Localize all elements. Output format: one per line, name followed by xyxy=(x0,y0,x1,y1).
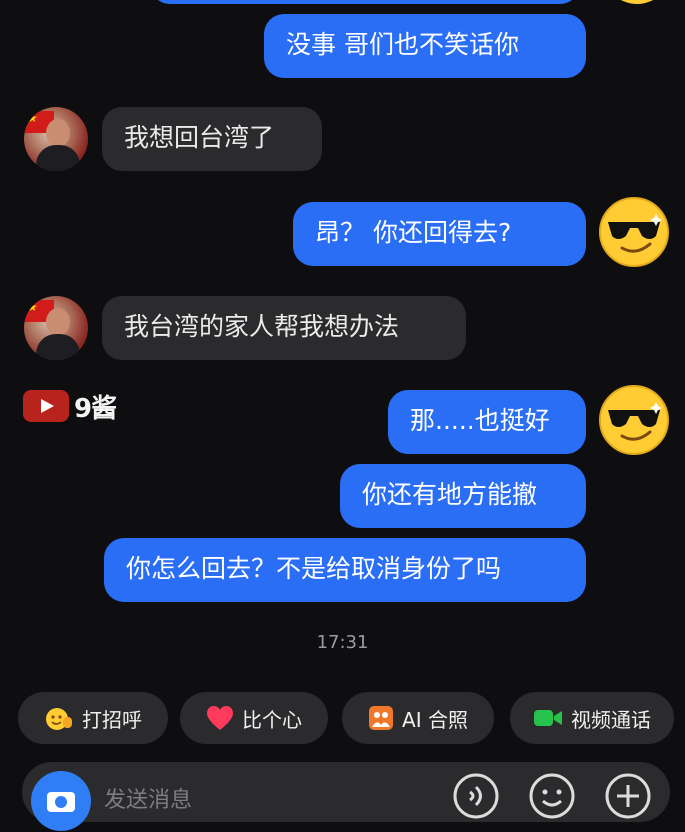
message-composer: 发送消息 xyxy=(22,762,670,831)
voice-icon[interactable] xyxy=(452,772,500,820)
contact-avatar[interactable] xyxy=(24,296,88,360)
message-bubble-outgoing[interactable]: 你怎么回去？不是给取消身份了吗 xyxy=(104,538,586,602)
message-input[interactable]: 发送消息 xyxy=(104,782,192,814)
watermark-text: 9酱 xyxy=(74,393,117,424)
message-bubble-incoming[interactable]: 我想回台湾了 xyxy=(102,107,322,171)
wave-hand-icon xyxy=(46,708,72,730)
message-bubble-partial xyxy=(150,0,580,4)
message-bubble-outgoing[interactable]: 你还有地方能撤 xyxy=(340,464,586,528)
heart-icon xyxy=(207,706,233,730)
emoji-icon[interactable] xyxy=(528,772,576,820)
send-heart-button[interactable]: 比个心 xyxy=(180,692,328,744)
send-heart-label: 比个心 xyxy=(242,707,302,732)
ai-photo-label: AI 合照 xyxy=(402,707,468,732)
play-icon xyxy=(23,390,69,422)
video-call-label: 视频通话 xyxy=(571,707,651,732)
video-call-button[interactable]: 视频通话 xyxy=(510,692,674,744)
contact-avatar[interactable] xyxy=(24,107,88,171)
greet-label: 打招呼 xyxy=(82,707,142,732)
message-bubble-outgoing[interactable]: 那.....也挺好 xyxy=(388,390,586,454)
plus-icon[interactable] xyxy=(604,772,652,820)
camera-icon[interactable] xyxy=(30,770,92,832)
photo-portrait-icon xyxy=(369,706,394,730)
sunglasses-emoji-icon xyxy=(599,197,669,267)
watermark-logo: 9酱 xyxy=(22,388,117,424)
greet-button[interactable]: 打招呼 xyxy=(18,692,168,744)
sunglasses-emoji-icon xyxy=(599,385,669,455)
message-bubble-incoming[interactable]: 我台湾的家人帮我想办法 xyxy=(102,296,466,360)
message-bubble-outgoing[interactable]: 没事 哥们也不笑话你 xyxy=(264,14,586,78)
emoji-partial-icon xyxy=(621,0,653,4)
ai-photo-button[interactable]: AI 合照 xyxy=(342,692,494,744)
message-bubble-outgoing[interactable]: 昂？ 你还回得去? xyxy=(293,202,586,266)
message-timestamp: 17:31 xyxy=(316,632,369,653)
video-camera-icon xyxy=(534,710,562,726)
